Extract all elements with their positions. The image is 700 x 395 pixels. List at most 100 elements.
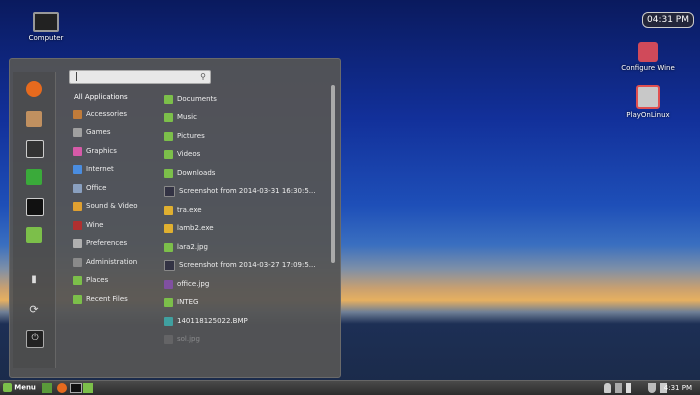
file-label: 140118125022.BMP bbox=[177, 317, 248, 325]
file-label: Screenshot from 2014-03-27 17:09:5... bbox=[179, 261, 316, 269]
power-icon: ⏻ bbox=[31, 333, 39, 343]
category-sound-video[interactable]: Sound & Video bbox=[73, 200, 138, 212]
category-all-applications[interactable]: All Applications bbox=[74, 91, 128, 103]
favorite-terminal-green[interactable] bbox=[26, 169, 42, 185]
file-item-tra-exe[interactable]: tra.exe bbox=[164, 204, 202, 216]
file-item-music[interactable]: Music bbox=[164, 111, 197, 123]
search-input[interactable]: ⚲ bbox=[69, 70, 211, 84]
category-label: Places bbox=[86, 276, 109, 284]
category-wine[interactable]: Wine bbox=[73, 219, 103, 231]
exe-icon bbox=[164, 223, 173, 233]
graphics-icon bbox=[73, 146, 82, 156]
file-item-screenshot-2[interactable]: Screenshot from 2014-03-27 17:09:5... bbox=[164, 259, 315, 271]
taskbar-clock[interactable]: 4:31 PM bbox=[664, 381, 692, 395]
image-icon bbox=[164, 259, 175, 271]
image-icon bbox=[164, 334, 173, 344]
file-item-documents[interactable]: Documents bbox=[164, 93, 217, 105]
file-item-integ[interactable]: INTEG bbox=[164, 296, 198, 308]
application-menu: ▮ ⟳ ⏻ ⚲ All Applications Accessories Gam… bbox=[9, 58, 341, 378]
favorite-terminal[interactable] bbox=[26, 198, 44, 216]
category-office[interactable]: Office bbox=[73, 182, 106, 194]
file-label: sol.jpg bbox=[177, 335, 200, 343]
category-preferences[interactable]: Preferences bbox=[73, 237, 127, 249]
favorite-home-folder[interactable] bbox=[26, 140, 44, 158]
taskbar-firefox[interactable] bbox=[57, 383, 67, 393]
tray-battery-icon[interactable] bbox=[626, 383, 631, 393]
category-label: Accessories bbox=[86, 110, 128, 118]
taskbar-show-desktop[interactable] bbox=[42, 383, 52, 393]
accessories-icon bbox=[73, 109, 82, 119]
file-item-office-jpg[interactable]: office.jpg bbox=[164, 278, 209, 290]
file-label: Documents bbox=[177, 95, 217, 103]
category-recent-files[interactable]: Recent Files bbox=[73, 293, 128, 305]
taskbar: Menu 4:31 PM bbox=[0, 380, 700, 395]
folder-icon bbox=[164, 297, 173, 307]
logout-button[interactable]: ⟳ bbox=[26, 302, 42, 318]
text-cursor bbox=[76, 72, 77, 81]
category-label: Recent Files bbox=[86, 295, 128, 303]
tray-shield-icon[interactable] bbox=[648, 383, 656, 393]
category-label: All Applications bbox=[74, 93, 128, 101]
favorite-package[interactable] bbox=[26, 111, 42, 127]
file-item-sol-jpg[interactable]: sol.jpg bbox=[164, 333, 200, 345]
tray-network-icon[interactable] bbox=[615, 383, 622, 393]
category-label: Office bbox=[86, 184, 107, 192]
category-label: Wine bbox=[86, 221, 104, 229]
folder-icon bbox=[73, 294, 82, 304]
file-item-lara2-jpg[interactable]: lara2.jpg bbox=[164, 241, 208, 253]
file-item-pictures[interactable]: Pictures bbox=[164, 130, 205, 142]
folder-icon bbox=[164, 168, 173, 178]
games-icon bbox=[73, 127, 82, 137]
file-label: lara2.jpg bbox=[177, 243, 208, 251]
menu-button-label: Menu bbox=[14, 383, 36, 392]
file-item-downloads[interactable]: Downloads bbox=[164, 167, 215, 179]
folder-icon bbox=[164, 149, 173, 159]
favorite-firefox[interactable] bbox=[26, 81, 42, 97]
folder-icon bbox=[164, 94, 173, 104]
shutdown-button[interactable]: ⏻ bbox=[26, 330, 44, 348]
category-label: Internet bbox=[86, 165, 114, 173]
lock-screen-button[interactable]: ▮ bbox=[26, 272, 42, 288]
office-icon bbox=[73, 183, 82, 193]
file-item-videos[interactable]: Videos bbox=[164, 148, 200, 160]
category-accessories[interactable]: Accessories bbox=[73, 108, 127, 120]
favorite-files-folder[interactable] bbox=[26, 227, 42, 243]
folder-icon bbox=[164, 112, 173, 122]
desktop-icon-playonlinux[interactable]: PlayOnLinux bbox=[612, 85, 684, 119]
category-label: Preferences bbox=[86, 239, 128, 247]
category-places[interactable]: Places bbox=[73, 274, 108, 286]
desktop-icon-label: PlayOnLinux bbox=[626, 111, 670, 119]
file-label: office.jpg bbox=[177, 280, 210, 288]
category-games[interactable]: Games bbox=[73, 126, 111, 138]
file-label: Music bbox=[177, 113, 197, 121]
mint-logo-icon bbox=[3, 383, 12, 392]
logout-icon: ⟳ bbox=[29, 303, 39, 316]
files-scrollbar[interactable] bbox=[331, 85, 335, 263]
file-label: INTEG bbox=[177, 298, 199, 306]
category-graphics[interactable]: Graphics bbox=[73, 145, 117, 157]
taskbar-files[interactable] bbox=[83, 383, 93, 393]
taskbar-terminal[interactable] bbox=[70, 383, 82, 393]
image-icon bbox=[164, 279, 173, 289]
file-label: Downloads bbox=[177, 169, 216, 177]
favorites-column: ▮ ⟳ ⏻ bbox=[13, 72, 56, 368]
file-label: Pictures bbox=[177, 132, 205, 140]
file-item-bmp[interactable]: 140118125022.BMP bbox=[164, 315, 248, 327]
category-label: Games bbox=[86, 128, 111, 136]
menu-button[interactable]: Menu bbox=[3, 383, 37, 393]
preferences-icon bbox=[73, 238, 82, 248]
tray-user-icon[interactable] bbox=[604, 383, 611, 393]
file-item-screenshot-1[interactable]: Screenshot from 2014-03-31 16:30:5... bbox=[164, 185, 315, 197]
exe-icon bbox=[164, 205, 173, 215]
category-internet[interactable]: Internet bbox=[73, 163, 114, 175]
administration-icon bbox=[73, 257, 82, 267]
playonlinux-icon bbox=[636, 85, 660, 109]
file-label: Videos bbox=[177, 150, 201, 158]
file-item-lamb2-exe[interactable]: lamb2.exe bbox=[164, 222, 214, 234]
file-label: Screenshot from 2014-03-31 16:30:5... bbox=[179, 187, 316, 195]
category-administration[interactable]: Administration bbox=[73, 256, 137, 268]
image-icon bbox=[164, 242, 173, 252]
desktop-icon-computer[interactable]: Computer bbox=[22, 12, 70, 42]
category-label: Graphics bbox=[86, 147, 117, 155]
desktop-icon-configure-wine[interactable]: Configure Wine bbox=[612, 42, 684, 72]
